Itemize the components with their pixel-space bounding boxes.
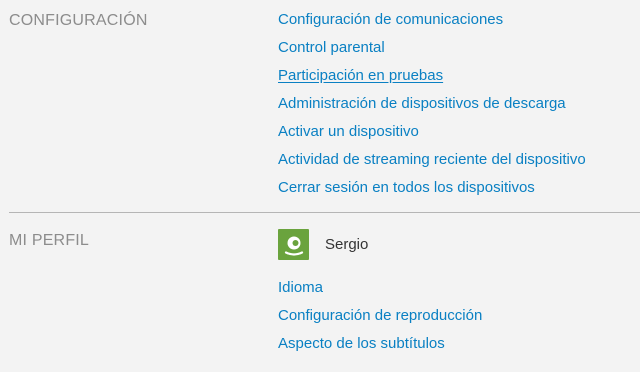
activate-device-link[interactable]: Activar un dispositivo <box>278 120 586 148</box>
section-divider <box>9 212 640 213</box>
download-devices-link[interactable]: Administración de dispositivos de descar… <box>278 92 586 120</box>
profile-name[interactable]: Sergio <box>325 236 368 253</box>
language-link[interactable]: Idioma <box>278 276 482 304</box>
playback-settings-link[interactable]: Configuración de reproducción <box>278 304 482 332</box>
test-participation-link[interactable]: Participación en pruebas <box>278 64 586 92</box>
profile-row[interactable]: Sergio <box>278 229 368 260</box>
recent-streaming-activity-link[interactable]: Actividad de streaming reciente del disp… <box>278 148 586 176</box>
sign-out-all-devices-link[interactable]: Cerrar sesión en todos los dispositivos <box>278 176 586 204</box>
profile-section-title: MI PERFIL <box>9 232 90 249</box>
settings-links: Configuración de comunicaciones Control … <box>278 8 586 204</box>
communication-settings-link[interactable]: Configuración de comunicaciones <box>278 8 586 36</box>
profile-links: Idioma Configuración de reproducción Asp… <box>278 276 482 360</box>
settings-section-title: CONFIGURACIÓN <box>9 12 148 29</box>
parental-controls-link[interactable]: Control parental <box>278 36 586 64</box>
subtitle-appearance-link[interactable]: Aspecto de los subtítulos <box>278 332 482 360</box>
smiley-avatar-icon[interactable] <box>278 229 309 260</box>
